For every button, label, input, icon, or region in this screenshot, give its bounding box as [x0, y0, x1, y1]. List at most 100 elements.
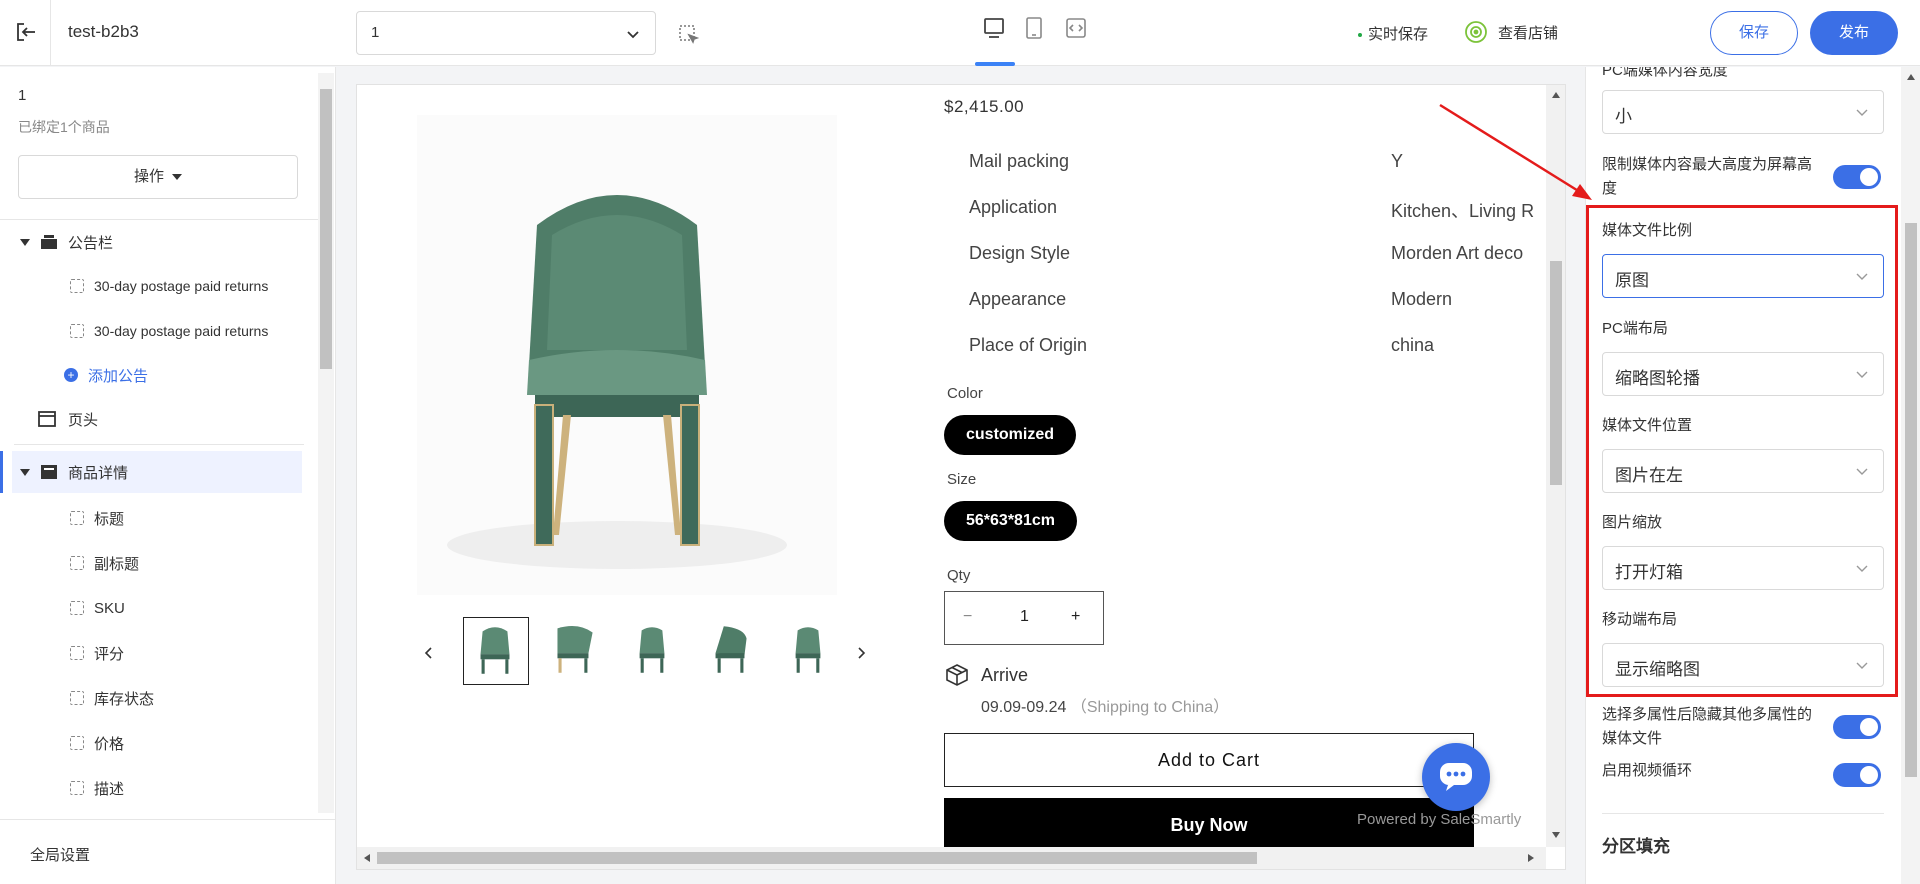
- global-settings-bar[interactable]: 全局设置: [0, 819, 335, 884]
- tree-item-announcement[interactable]: 公告栏: [0, 221, 318, 263]
- block-icon: [70, 324, 84, 338]
- caret-down-icon: [172, 174, 182, 181]
- limit-height-toggle[interactable]: [1833, 165, 1881, 189]
- scroll-up-icon[interactable]: [1551, 91, 1561, 99]
- chevron-right-icon[interactable]: [855, 645, 867, 661]
- product-detail-icon: [41, 465, 57, 479]
- chair-thumbnail: [557, 626, 593, 673]
- global-settings-label: 全局设置: [30, 847, 91, 864]
- desktop-view-icon[interactable]: [982, 16, 1006, 40]
- spec-key: Design Style: [969, 243, 1071, 263]
- chevron-left-icon[interactable]: [423, 645, 435, 661]
- tree-item-sku[interactable]: SKU: [0, 587, 318, 629]
- color-option-customized[interactable]: customized: [944, 415, 1077, 455]
- video-loop-label: 启用视频循环: [1602, 762, 1693, 779]
- active-device-indicator: [975, 62, 1015, 66]
- left-sidebar: 1 已绑定1个商品 操作 公告栏 30-day postage paid ret…: [0, 67, 336, 884]
- chevron-down-icon: [627, 31, 639, 39]
- scrollbar-thumb[interactable]: [1905, 223, 1917, 777]
- tree-item-price[interactable]: 价格: [0, 722, 318, 764]
- tree-item-subtitle[interactable]: 副标题: [0, 542, 318, 584]
- tree-item-stock[interactable]: 库存状态: [0, 677, 318, 719]
- scroll-up-icon[interactable]: [1906, 73, 1916, 81]
- publish-button[interactable]: 发布: [1810, 11, 1898, 55]
- qty-increase-button[interactable]: +: [1071, 608, 1080, 626]
- left-scrollbar[interactable]: [318, 73, 334, 813]
- chair-thumbnail: [639, 627, 665, 673]
- thumbnail-1-selected[interactable]: [463, 617, 529, 685]
- add-to-cart-button[interactable]: Add to Cart: [944, 733, 1474, 787]
- caret-down-icon[interactable]: [20, 468, 30, 476]
- product-main-image[interactable]: [417, 115, 837, 595]
- page-select[interactable]: 1: [356, 11, 656, 55]
- limit-height-label: 限制媒体内容最大高度为屏幕高度: [1602, 156, 1813, 197]
- announcement-icon: [41, 235, 57, 249]
- scroll-down-icon[interactable]: [1551, 831, 1561, 839]
- video-loop-toggle[interactable]: [1833, 763, 1881, 787]
- scrollbar-thumb[interactable]: [377, 852, 1257, 864]
- preview-canvas: $2,415.00 Mail packing Y Application Kit…: [356, 84, 1566, 870]
- thumbnail-4[interactable]: [699, 617, 765, 685]
- store-name: test-b2b3: [68, 22, 139, 41]
- media-width-select[interactable]: 小: [1602, 90, 1884, 134]
- save-button[interactable]: 保存: [1710, 11, 1798, 55]
- block-icon: [70, 736, 84, 750]
- scroll-left-icon[interactable]: [363, 853, 371, 863]
- block-icon: [70, 646, 84, 660]
- hide-other-media-toggle[interactable]: [1833, 715, 1881, 739]
- block-icon: [70, 601, 84, 615]
- scroll-right-icon[interactable]: [1527, 853, 1535, 863]
- size-option[interactable]: 56*63*81cm: [944, 501, 1077, 541]
- spec-value: china: [1391, 335, 1435, 355]
- tree-item-announcement-1[interactable]: 30-day postage paid returns: [0, 265, 318, 307]
- section-fill-heading: 分区填充: [1602, 837, 1670, 856]
- tree-item-description[interactable]: 描述: [0, 767, 318, 809]
- view-store-link[interactable]: 查看店铺: [1464, 20, 1558, 44]
- section-title: 1: [18, 87, 27, 104]
- divider: [50, 0, 51, 66]
- spec-value: Modern: [1391, 289, 1453, 309]
- tree-item-product-detail[interactable]: 商品详情: [0, 451, 302, 493]
- chair-thumbnail: [480, 627, 510, 674]
- tree-item-title[interactable]: 标题: [0, 497, 318, 539]
- bound-products-text: 已绑定1个商品: [18, 119, 110, 135]
- block-icon: [70, 556, 84, 570]
- block-icon: [70, 279, 84, 293]
- qty-value[interactable]: 1: [1020, 608, 1029, 626]
- caret-down-icon[interactable]: [20, 238, 30, 246]
- chair-thumbnail: [715, 626, 747, 673]
- scrollbar-thumb[interactable]: [1550, 261, 1562, 485]
- tablet-view-icon[interactable]: [1023, 16, 1045, 40]
- arrive-date: 09.09-09.24 （Shipping to China）: [981, 699, 1230, 716]
- thumbnail-3[interactable]: [621, 617, 687, 685]
- canvas-horizontal-scrollbar[interactable]: [357, 847, 1546, 869]
- spec-key: Place of Origin: [969, 335, 1088, 355]
- spec-key: Mail packing: [969, 151, 1070, 171]
- spec-value: Morden Art deco: [1391, 243, 1524, 263]
- chat-widget-button[interactable]: [1422, 743, 1490, 811]
- tree-item-header[interactable]: 页头: [0, 398, 318, 440]
- qty-label: Qty: [947, 567, 971, 584]
- store-eye-icon: [1465, 21, 1487, 43]
- qty-decrease-button[interactable]: −: [963, 608, 972, 626]
- thumbnail-2[interactable]: [543, 617, 609, 685]
- exit-icon[interactable]: [14, 20, 38, 44]
- thumbnail-5[interactable]: [777, 617, 843, 685]
- tree-item-rating[interactable]: 评分: [0, 632, 318, 674]
- right-scrollbar[interactable]: [1901, 67, 1920, 884]
- canvas-vertical-scrollbar[interactable]: [1546, 85, 1565, 847]
- element-select-icon[interactable]: [678, 24, 700, 46]
- operation-button[interactable]: 操作: [18, 155, 298, 199]
- scrollbar-thumb[interactable]: [320, 89, 332, 369]
- quantity-stepper: − 1 +: [944, 591, 1104, 645]
- top-bar: test-b2b3 1 实时保存 查看店铺 保存 发布: [0, 0, 1920, 66]
- spec-value: Y: [1391, 151, 1404, 171]
- powered-by-text: Powered by SaleSmartly: [1357, 811, 1522, 828]
- tree-item-announcement-2[interactable]: 30-day postage paid returns: [0, 310, 318, 352]
- add-announcement-link[interactable]: + 添加公告: [0, 354, 318, 396]
- color-label: Color: [947, 385, 983, 402]
- fullscreen-view-icon[interactable]: [1064, 16, 1088, 40]
- chair-image: [447, 195, 787, 569]
- autosave-status: 实时保存: [1358, 23, 1428, 44]
- plus-circle-icon: +: [64, 368, 78, 382]
